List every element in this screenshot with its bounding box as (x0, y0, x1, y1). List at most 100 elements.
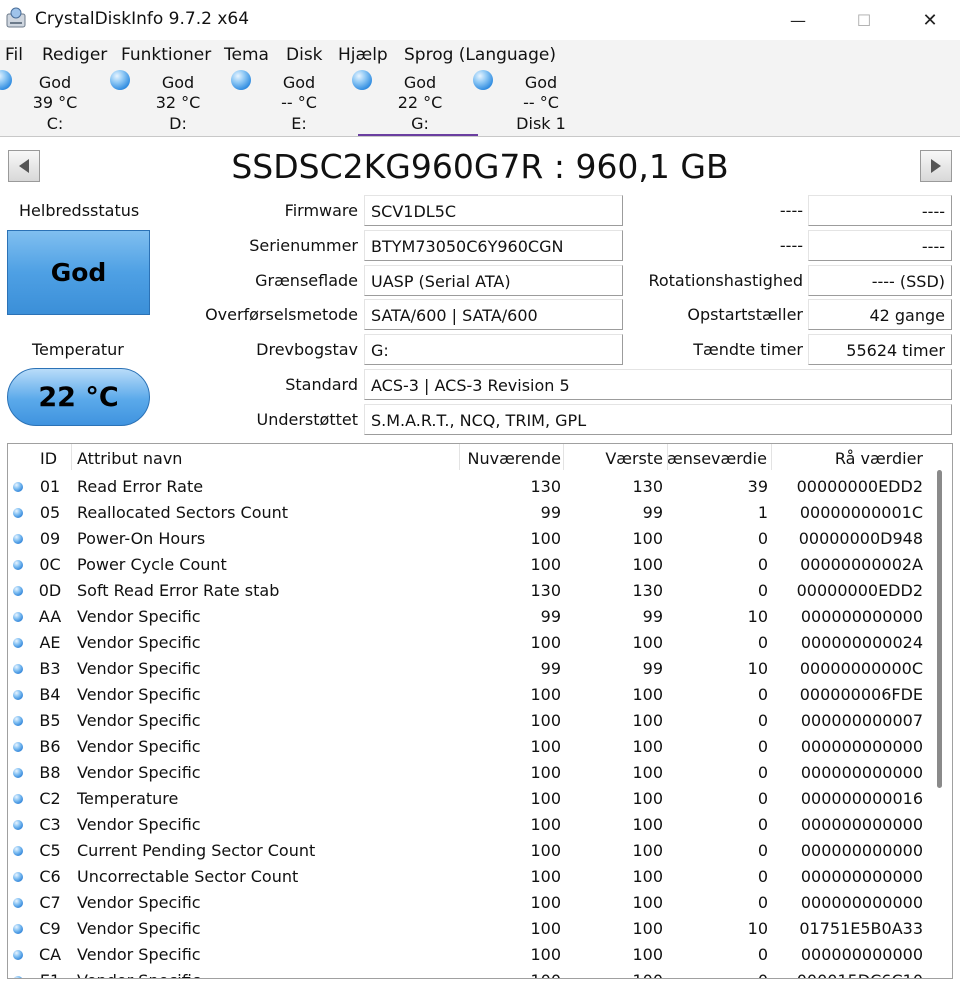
table-row[interactable]: 05 Reallocated Sectors Count 99 99 1 00000000… (8, 499, 938, 525)
cell-worst: 100 (632, 789, 663, 808)
cell-worst: 100 (565, 971, 663, 978)
temperature-label: Temperatur (32, 340, 124, 359)
interface-value: UASP (Serial ATA) (364, 265, 623, 296)
table-scrollbar[interactable] (937, 470, 942, 788)
table-row[interactable]: B3 Vendor Specific 99 99 10 00000000000C (8, 655, 938, 681)
cell-id: 09 (39, 529, 61, 548)
cell-id: C3 (39, 815, 61, 834)
cell-threshold: 0 (757, 763, 768, 782)
cell-worst: 100 (632, 841, 663, 860)
cell-id: C7 (39, 893, 61, 912)
menu-functions[interactable]: Funktioner (121, 45, 211, 65)
status-dot-icon (13, 820, 23, 830)
column-header-current[interactable]: Nuværende (461, 449, 562, 468)
drive-letter: Disk 1 (516, 114, 566, 133)
status-dot-icon (13, 794, 23, 804)
status-dot-icon (13, 898, 23, 908)
table-row[interactable]: CA Vendor Specific 100 100 0 000000000000 (8, 941, 938, 967)
power-on-hours-label: Tændte timer (693, 340, 803, 359)
drive-tab-e[interactable]: God -- °C E: (231, 68, 359, 136)
cell-attribute-name: Vendor Specific (77, 659, 201, 678)
cell-worst: 100 (632, 529, 663, 548)
cell-raw-value: 00000000002A (800, 555, 923, 574)
menu-disk[interactable]: Disk (286, 45, 323, 65)
menu-language[interactable]: Sprog (Language) (404, 45, 556, 65)
cell-raw-value: 00000000D948 (798, 529, 923, 548)
status-dot-icon (13, 976, 23, 978)
app-icon (6, 7, 26, 28)
table-row[interactable]: B6 Vendor Specific 100 100 0 000000000000 (8, 733, 938, 759)
status-dot-icon (13, 664, 23, 674)
menu-help[interactable]: Hjælp (338, 45, 388, 65)
smart-attributes-table[interactable]: ID Attribut navn Nuværende Værste ænsevæ… (7, 443, 953, 979)
cell-raw-value: 000000000007 (800, 711, 923, 730)
table-row[interactable]: AA Vendor Specific 99 99 10 000000000000 (8, 603, 938, 629)
cell-current: 100 (530, 789, 561, 808)
cell-worst: 100 (632, 867, 663, 886)
table-row[interactable]: B5 Vendor Specific 100 100 0 000000000007 (8, 707, 938, 733)
cell-threshold: 1 (757, 503, 768, 522)
cell-raw-value: 00000000000C (799, 659, 923, 678)
cell-current: 100 (530, 841, 561, 860)
table-row[interactable]: C5 Current Pending Sector Count 100 100 0 000… (8, 837, 938, 863)
table-row[interactable]: 01 Read Error Rate 130 130 39 00000000EDD2 (8, 473, 938, 499)
cell-threshold: 39 (747, 477, 768, 496)
cell-raw-value: 000000000000 (800, 893, 923, 912)
cell-id: B6 (39, 737, 61, 756)
drive-tab-g[interactable]: God 22 °C G: (352, 68, 480, 136)
firmware-label: Firmware (284, 201, 358, 220)
cell-id: C2 (39, 789, 61, 808)
table-row[interactable]: 09 Power-On Hours 100 100 0 00000000D948 (8, 525, 938, 551)
cell-attribute-name: Vendor Specific (77, 711, 201, 730)
column-header-raw-values[interactable]: Rå værdier (772, 449, 923, 468)
table-row[interactable]: AE Vendor Specific 100 100 0 000000000024 (8, 629, 938, 655)
close-button[interactable]: ✕ (902, 0, 958, 40)
cell-attribute-name: Vendor Specific (77, 607, 201, 626)
table-row[interactable]: 0D Soft Read Error Rate stab 130 130 0 000000… (8, 577, 938, 603)
table-row[interactable]: E1 Vendor Specific 100 100 0 000015DC6C10 (8, 967, 938, 978)
column-header-threshold[interactable]: ænseværdier (667, 449, 768, 468)
table-row[interactable]: B4 Vendor Specific 100 100 0 000000006FDE (8, 681, 938, 707)
cell-current: 100 (530, 555, 561, 574)
column-header-id[interactable]: ID (40, 449, 57, 468)
menu-edit[interactable]: Rediger (42, 45, 107, 65)
table-row[interactable]: C3 Vendor Specific 100 100 0 000000000000 (8, 811, 938, 837)
selected-drive-indicator (358, 134, 478, 136)
cell-attribute-name: Vendor Specific (77, 919, 201, 938)
cell-attribute-name: Vendor Specific (77, 893, 201, 912)
drive-tab-disk1[interactable]: God -- °C Disk 1 (473, 68, 601, 136)
table-row[interactable]: C7 Vendor Specific 100 100 0 000000000000 (8, 889, 938, 915)
rotation-speed-value: ---- (SSD) (808, 265, 952, 296)
temperature-button[interactable]: 22 °C (7, 368, 150, 426)
table-row[interactable]: C9 Vendor Specific 100 100 10 01751E5B0A33 (8, 915, 938, 941)
power-on-count-value: 42 gange (808, 299, 952, 330)
cell-id: C9 (39, 919, 61, 938)
drive-tab-d[interactable]: God 32 °C D: (110, 68, 238, 136)
cell-raw-value: 00000000EDD2 (796, 477, 923, 496)
cell-current: 100 (530, 737, 561, 756)
column-header-worst[interactable]: Værste (565, 449, 663, 468)
maximize-button[interactable]: ☐ (836, 0, 892, 40)
cell-threshold: 0 (757, 945, 768, 964)
next-disk-button[interactable] (920, 150, 952, 182)
drive-status: God (282, 73, 316, 92)
status-dot-icon (13, 846, 23, 856)
drive-tab-c[interactable]: God 39 °C C: (0, 68, 120, 136)
health-status-button[interactable]: God (7, 230, 150, 315)
table-row[interactable]: B8 Vendor Specific 100 100 0 000000000000 (8, 759, 938, 785)
cell-attribute-name: Power Cycle Count (77, 555, 227, 574)
column-separator (459, 444, 460, 470)
drive-letter: C: (46, 114, 64, 133)
menu-theme[interactable]: Tema (224, 45, 269, 65)
cell-attribute-name: Read Error Rate (77, 477, 204, 496)
cell-threshold: 0 (757, 867, 768, 886)
menu-file[interactable]: Fil (5, 45, 23, 65)
table-row[interactable]: C6 Uncorrectable Sector Count 100 100 0 00000… (8, 863, 938, 889)
cell-current: 100 (530, 685, 561, 704)
column-header-attribute[interactable]: Attribut navn (77, 449, 182, 468)
table-row[interactable]: 0C Power Cycle Count 100 100 0 00000000002A (8, 551, 938, 577)
status-dot-icon (13, 872, 23, 882)
minimize-button[interactable]: — (770, 0, 826, 40)
table-row[interactable]: C2 Temperature 100 100 0 000000000016 (8, 785, 938, 811)
serial-value: BTYM73050C6Y960CGN (364, 230, 623, 261)
